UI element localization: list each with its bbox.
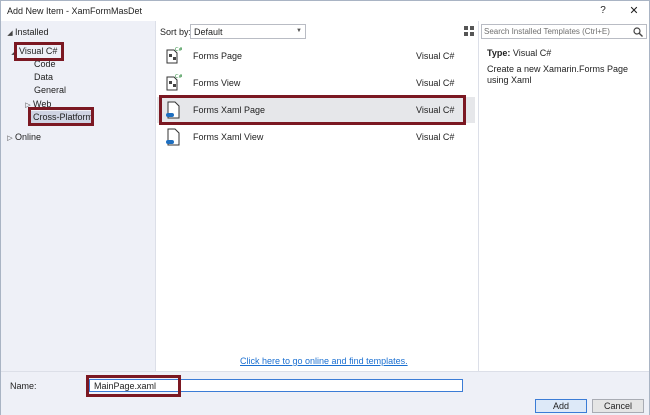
- name-field-value: MainPage.xaml: [94, 381, 157, 391]
- template-language: Visual C#: [416, 78, 455, 88]
- sort-by-label: Sort by:: [160, 27, 192, 37]
- tree-node-online[interactable]: ▷ Online: [5, 131, 41, 143]
- tree-node-web[interactable]: ▷ Web: [23, 98, 51, 110]
- name-label: Name:: [10, 381, 37, 391]
- tree-node-general[interactable]: General: [34, 84, 66, 96]
- sort-by-select[interactable]: Default ▼: [190, 24, 306, 39]
- online-templates-link[interactable]: Click here to go online and find templat…: [240, 356, 408, 366]
- tree-node-installed[interactable]: ◢ Installed: [5, 26, 49, 40]
- dialog-footer: Name: MainPage.xaml Add Cancel: [1, 371, 649, 415]
- tree-node-installed-label: Installed: [15, 27, 49, 37]
- tree-node-visual-csharp[interactable]: ◢ Visual C#: [9, 45, 57, 57]
- template-item-forms-xaml-view[interactable]: Forms Xaml View Visual C#: [157, 124, 475, 150]
- forms-page-icon: C#: [166, 47, 182, 64]
- cancel-button[interactable]: Cancel: [592, 399, 644, 413]
- tree-node-cross-platform[interactable]: Cross-Platform: [31, 111, 94, 123]
- template-name: Forms Xaml Page: [193, 105, 266, 115]
- grid-view-icon[interactable]: [463, 25, 475, 37]
- name-field[interactable]: MainPage.xaml: [89, 379, 463, 392]
- close-button[interactable]: ✕: [626, 3, 642, 19]
- svg-text:C#: C#: [175, 47, 182, 53]
- sort-toolbar: Sort by: Default ▼: [157, 23, 492, 41]
- help-button[interactable]: ?: [596, 3, 610, 19]
- tree-node-general-label: General: [34, 85, 67, 95]
- type-value: Visual C#: [512, 48, 552, 58]
- tree-node-online-label: Online: [15, 132, 42, 142]
- template-details-pane: Search Installed Templates (Ctrl+E) Type…: [478, 21, 649, 371]
- search-placeholder: Search Installed Templates (Ctrl+E): [484, 27, 610, 36]
- collapsed-arrow-icon[interactable]: ▷: [5, 133, 15, 145]
- tree-node-visual-csharp-label: Visual C#: [19, 46, 58, 56]
- template-name: Forms Page: [193, 51, 243, 61]
- tree-node-code[interactable]: Code: [34, 58, 56, 70]
- svg-text:C#: C#: [175, 74, 182, 80]
- template-type-line: Type: Visual C#: [487, 48, 551, 58]
- template-item-forms-view[interactable]: C# Forms View Visual C#: [157, 70, 475, 96]
- type-label: Type:: [487, 48, 511, 58]
- title-bar: Add New Item - XamFormMasDet ? ✕: [1, 1, 649, 21]
- forms-xaml-view-icon: [166, 128, 180, 146]
- expanded-arrow-icon[interactable]: ◢: [5, 28, 15, 40]
- sort-by-value: Default: [194, 27, 223, 37]
- tree-node-web-label: Web: [33, 99, 52, 109]
- add-button[interactable]: Add: [535, 399, 587, 413]
- expanded-arrow-icon[interactable]: ◢: [9, 47, 19, 59]
- template-description: Create a new Xamarin.Forms Page using Xa…: [487, 64, 629, 85]
- template-category-tree: ◢ Installed ◢ Visual C# Code Data General …: [1, 21, 156, 371]
- search-icon[interactable]: [632, 26, 644, 38]
- tree-node-code-label: Code: [34, 59, 56, 69]
- template-language: Visual C#: [416, 105, 455, 115]
- window-title: Add New Item - XamFormMasDet: [7, 6, 143, 16]
- tree-node-data[interactable]: Data: [34, 71, 53, 83]
- template-item-forms-xaml-page[interactable]: Forms Xaml Page Visual C#: [157, 97, 475, 123]
- template-item-forms-page[interactable]: C# Forms Page Visual C#: [157, 43, 475, 69]
- template-language: Visual C#: [416, 51, 455, 61]
- template-list: C# Forms Page Visual C# C# Forms View Vi…: [157, 43, 477, 371]
- template-language: Visual C#: [416, 132, 455, 142]
- tree-node-cross-platform-label: Cross-Platform: [33, 112, 94, 122]
- search-templates-input[interactable]: Search Installed Templates (Ctrl+E): [481, 24, 647, 39]
- forms-xaml-page-icon: [166, 101, 180, 119]
- template-name: Forms View: [193, 78, 241, 88]
- forms-view-icon: C#: [166, 74, 182, 91]
- tree-node-data-label: Data: [34, 72, 54, 82]
- template-name: Forms Xaml View: [193, 132, 264, 142]
- chevron-down-icon: ▼: [296, 28, 302, 34]
- add-new-item-dialog: Add New Item - XamFormMasDet ? ✕ ◢ Instal…: [0, 0, 650, 415]
